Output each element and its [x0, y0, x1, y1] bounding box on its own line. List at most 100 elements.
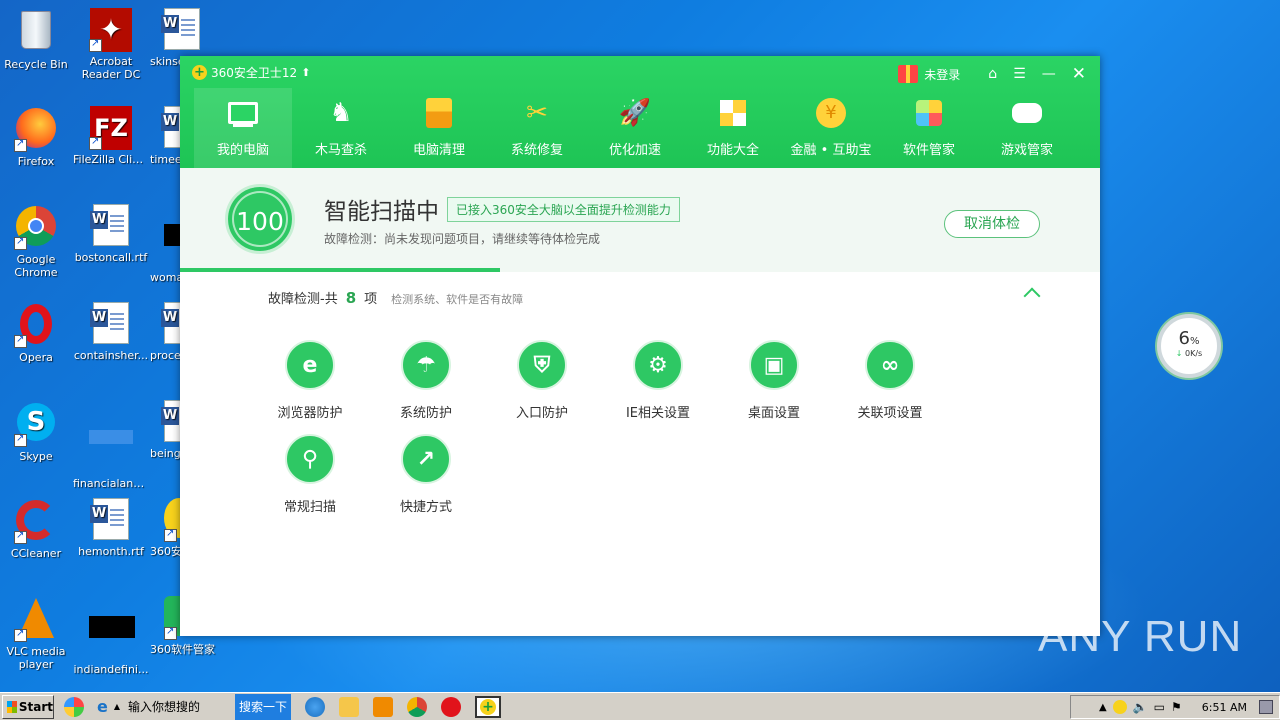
desktop-icon-label: FileZilla Client	[73, 153, 149, 166]
nav-finance[interactable]: ¥ 金融 • 互助宝	[782, 88, 880, 168]
chrome-taskbar-icon[interactable]	[407, 696, 428, 717]
360-desktop-icon[interactable]	[64, 696, 84, 717]
desktop-icon-label: being	[150, 447, 181, 460]
desktop-icon-being[interactable]: being	[150, 400, 200, 460]
check-regular-scan[interactable]: ⚲ 常规扫描	[252, 434, 368, 528]
section-unit: 项	[364, 292, 378, 307]
taskbar: Start e ▲ 输入你想搜的 搜索一下 + ▲ 🔈 ▭ ⚑ 6:51 AM	[0, 692, 1280, 720]
speed-widget[interactable]: 6% ↓ 0K/s	[1157, 314, 1221, 378]
desktop-icon-timeel[interactable]: timeel	[150, 106, 200, 166]
nav-trojan-scan[interactable]: ♞ 木马查杀	[292, 88, 390, 168]
desktop-icon-360-security[interactable]: 360安	[150, 498, 194, 558]
scan-status-panel: 100 智能扫描中 已接入360安全大脑以全面提升检测能力 故障检测：尚未发现问…	[180, 168, 1100, 272]
check-browser-protection[interactable]: e 浏览器防护	[252, 340, 368, 434]
show-desktop-button[interactable]	[1259, 700, 1273, 714]
nav-system-repair[interactable]: ✂ 系统修复	[488, 88, 586, 168]
explorer-folder-icon[interactable]	[339, 696, 360, 717]
opera-taskbar-icon[interactable]	[441, 696, 462, 717]
gift-icon[interactable]	[898, 65, 919, 83]
desktop-icon-label: containsher...	[73, 349, 149, 362]
app-logo-icon: +	[192, 64, 207, 80]
minimize-icon[interactable]: —	[1042, 66, 1056, 82]
desktop-icon-label: Recycle Bin	[4, 58, 68, 71]
close-icon[interactable]: ✕	[1072, 64, 1086, 84]
flag-icon[interactable]: ⚑	[1171, 700, 1182, 714]
desktop-icon-label: Skype	[19, 450, 53, 463]
desktop-monitor-icon: ▣	[749, 340, 799, 390]
desktop-icon-proce[interactable]: proce	[150, 302, 200, 362]
media-player-icon[interactable]	[373, 696, 394, 717]
skype-icon: S	[14, 403, 58, 447]
dropdown-icon[interactable]: ▲	[114, 702, 120, 711]
section-desc: 检测系统、软件是否有故障	[391, 293, 524, 306]
upgrade-arrow-icon[interactable]: ⬆	[301, 66, 310, 79]
desktop-icon-label: financialann...	[73, 477, 149, 490]
check-shortcuts[interactable]: ↗ 快捷方式	[368, 434, 484, 528]
desktop-icon-bostoncall[interactable]: bostoncall.rtf	[73, 204, 149, 264]
desktop-icon-360-software[interactable]: 360软件管家	[150, 596, 215, 656]
desktop-icon-opera[interactable]: Opera	[0, 302, 74, 364]
start-button[interactable]: Start	[2, 694, 54, 719]
ie-taskbar-icon[interactable]	[305, 696, 326, 717]
ie-icon: e	[97, 697, 108, 716]
ie-search-box[interactable]: e ▲ 输入你想搜的	[97, 695, 235, 719]
nav-my-computer[interactable]: 我的电脑	[194, 88, 292, 168]
nav-features[interactable]: 功能大全	[684, 88, 782, 168]
desktop-icon-label: VLC media player	[6, 645, 66, 671]
grid-icon	[717, 97, 749, 129]
nav-game-manager[interactable]: 游戏管家	[978, 88, 1076, 168]
collapse-chevron-icon[interactable]	[1023, 287, 1041, 305]
desktop-icon-recycle-bin[interactable]: Recycle Bin	[0, 8, 74, 71]
system-tray: ▲ 🔈 ▭ ⚑ 6:51 AM	[1070, 695, 1280, 719]
check-association-settings[interactable]: ∞ 关联项设置	[832, 340, 948, 434]
vlc-icon	[14, 598, 58, 642]
word-document-icon	[89, 302, 133, 346]
skin-icon[interactable]: ⌂	[988, 66, 997, 82]
tray-expand-icon[interactable]: ▲	[1099, 702, 1107, 713]
nav-software-manager[interactable]: 软件管家	[880, 88, 978, 168]
check-desktop-settings[interactable]: ▣ 桌面设置	[716, 340, 832, 434]
volume-icon[interactable]: 🔈	[1133, 700, 1148, 714]
rocket-icon: 🚀	[618, 98, 652, 128]
desktop-icon-vlc[interactable]: VLC media player	[0, 596, 74, 671]
360-tray-icon[interactable]	[1112, 700, 1127, 714]
360-taskbar-icon[interactable]: +	[475, 695, 502, 718]
cancel-scan-button[interactable]: 取消体检	[944, 210, 1040, 238]
desktop-icon-financialann[interactable]: financialann...	[73, 400, 149, 490]
desktop-icon-firefox[interactable]: Firefox	[0, 106, 74, 168]
desktop-icon-acrobat[interactable]: ✦ Acrobat Reader DC	[73, 8, 149, 81]
filezilla-icon: FZ	[89, 106, 133, 150]
tile-label: IE相关设置	[625, 406, 691, 421]
check-entry-protection[interactable]: ⛨ 入口防护	[484, 340, 600, 434]
tile-label: 桌面设置	[747, 406, 800, 421]
tile-label: 常规扫描	[283, 500, 336, 515]
network-icon[interactable]: ▭	[1154, 700, 1165, 714]
menu-icon[interactable]: ☰	[1013, 66, 1026, 82]
speed-rate: 0K/s	[1185, 349, 1203, 358]
desktop-icon-woma[interactable]: woma	[150, 204, 194, 284]
login-area[interactable]: 未登录	[898, 65, 960, 83]
check-system-protection[interactable]: ☂ 系统防护	[368, 340, 484, 434]
desktop-icon-chrome[interactable]: Google Chrome	[0, 204, 74, 279]
check-ie-settings[interactable]: ⚙ IE相关设置	[600, 340, 716, 434]
desktop-icon-skype[interactable]: S Skype	[0, 400, 74, 463]
desktop-icon-indiandefini[interactable]: indiandefini...	[73, 596, 149, 676]
nav-speedup[interactable]: 🚀 优化加速	[586, 88, 684, 168]
nav-cleanup[interactable]: 电脑清理	[390, 88, 488, 168]
desktop-icon-containsher[interactable]: containsher...	[73, 302, 149, 362]
app-title: 360安全卫士12	[211, 65, 298, 80]
wrench-icon: ✂	[526, 98, 548, 128]
acrobat-icon: ✦	[89, 8, 133, 52]
desktop-icon-label: Google Chrome	[14, 253, 58, 279]
desktop-icon-ccleaner[interactable]: CCleaner	[0, 498, 74, 560]
search-input[interactable]: 输入你想搜的	[128, 698, 200, 715]
shortcut-arrow-icon: ↗	[401, 434, 451, 484]
desktop-icon-skinse[interactable]: skinse	[150, 8, 200, 68]
word-document-icon	[89, 204, 133, 248]
search-button[interactable]: 搜索一下	[235, 693, 292, 720]
desktop-icon-hemonth[interactable]: hemonth.rtf	[73, 498, 149, 558]
blank-file-icon	[89, 430, 133, 474]
desktop-icon-filezilla[interactable]: FZ FileZilla Client	[73, 106, 149, 166]
start-label: Start	[18, 699, 53, 714]
clock[interactable]: 6:51 AM	[1202, 701, 1247, 714]
